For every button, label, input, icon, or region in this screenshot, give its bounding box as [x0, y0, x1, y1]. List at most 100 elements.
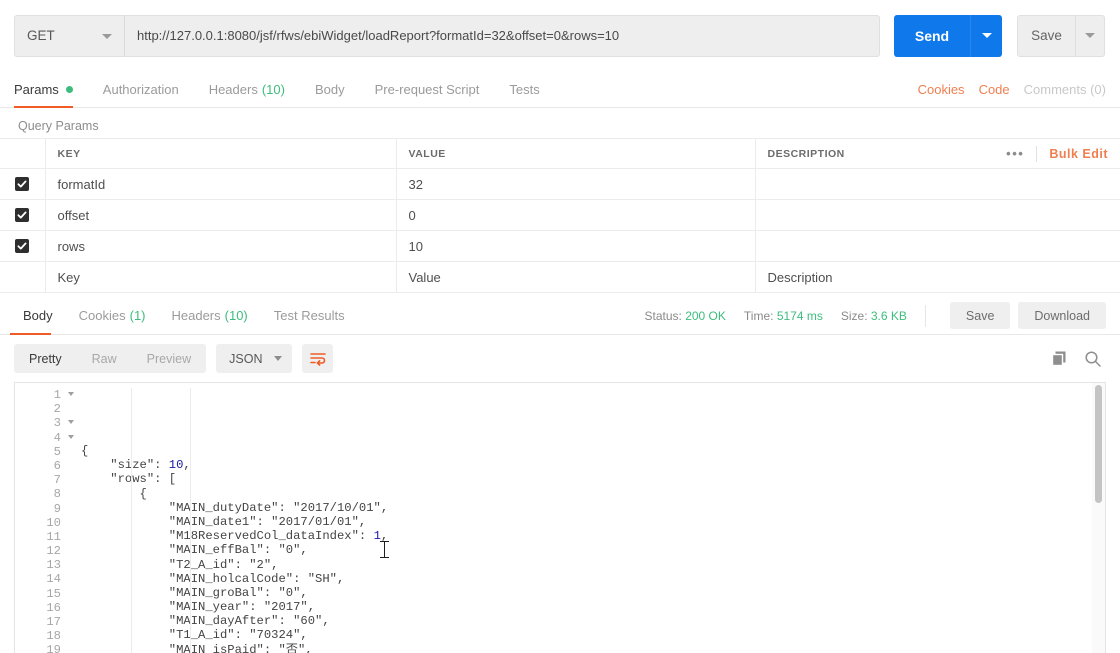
comments-link[interactable]: Comments (0) [1024, 82, 1106, 97]
line-number: 16 [46, 600, 61, 615]
url-input[interactable]: http://127.0.0.1:8080/jsf/rfws/ebiWidget… [124, 14, 880, 57]
code-line: "MAIN_effBal": "0", [81, 543, 308, 558]
param-value[interactable]: 10 [396, 230, 756, 262]
view-mode-raw[interactable]: Raw [77, 344, 132, 373]
line-number: 5 [53, 444, 61, 459]
table-row: formatId 32 [0, 168, 1120, 200]
row-checkbox-cell [0, 168, 46, 200]
copy-button[interactable] [1051, 350, 1068, 367]
status-label: Status: [644, 308, 682, 323]
send-button-group: Send [894, 14, 1002, 57]
view-mode-preview[interactable]: Preview [132, 344, 206, 373]
param-enabled-checkbox[interactable] [15, 207, 30, 222]
line-number: 18 [46, 629, 61, 644]
save-options-button[interactable] [1075, 14, 1105, 57]
http-method-select[interactable]: GET [14, 14, 124, 57]
new-param-description-input[interactable]: Description [755, 261, 1120, 293]
param-enabled-checkbox[interactable] [15, 176, 30, 191]
save-request-button[interactable]: Save [1017, 14, 1075, 57]
http-method-label: GET [27, 28, 55, 43]
response-tab-cookies[interactable]: Cookies (1) [66, 297, 159, 334]
tab-authorization[interactable]: Authorization [88, 71, 194, 107]
word-wrap-button[interactable] [302, 344, 334, 373]
time-label: Time: [743, 308, 774, 323]
view-mode-pretty[interactable]: Pretty [14, 344, 77, 373]
line-number: 12 [46, 544, 61, 559]
bulk-edit-button[interactable]: Bulk Edit [1037, 147, 1108, 161]
code-line: "rows": [ [81, 472, 177, 487]
request-url-bar: GET http://127.0.0.1:8080/jsf/rfws/ebiWi… [0, 0, 1120, 71]
line-number: 2 [53, 402, 61, 417]
table-row: rows 10 [0, 230, 1120, 262]
response-tabs: Body Cookies (1) Headers (10) Test Resul… [0, 297, 1120, 335]
tab-body-label: Body [314, 81, 345, 97]
query-params-title: Query Params [18, 119, 99, 133]
code-line: "T1_A_id": "70324", [81, 628, 308, 643]
header-description: DESCRIPTION [767, 147, 845, 160]
line-number: 13 [46, 558, 61, 573]
tab-params[interactable]: Params [14, 71, 88, 108]
tab-tests[interactable]: Tests [494, 71, 554, 107]
response-tab-cookies-label: Cookies [78, 308, 126, 323]
search-button[interactable] [1084, 350, 1102, 368]
size-badge: Size: 3.6 KB [841, 309, 907, 323]
code-line: "MAIN_isPaid": "否", [81, 642, 313, 653]
tab-pre-request-script[interactable]: Pre-request Script [360, 71, 495, 107]
code-link[interactable]: Code [979, 82, 1010, 97]
response-format-label: JSON [229, 351, 263, 366]
response-tab-headers-label: Headers [171, 308, 221, 323]
response-tab-test-results[interactable]: Test Results [261, 297, 358, 334]
time-value: 5174 ms [776, 308, 823, 323]
vertical-scrollbar[interactable] [1092, 383, 1105, 653]
download-response-button[interactable]: Download [1018, 302, 1106, 329]
param-description[interactable] [755, 168, 1120, 200]
send-options-button[interactable] [970, 14, 1002, 57]
word-wrap-icon [310, 352, 326, 366]
param-key[interactable]: formatId [45, 168, 397, 200]
param-description[interactable] [755, 199, 1120, 231]
view-mode-toggle: Pretty Raw Preview [14, 344, 207, 373]
query-params-table: KEY VALUE DESCRIPTION ••• Bulk Edit form… [0, 138, 1120, 293]
code-line: "size": 10, [81, 458, 191, 473]
send-button[interactable]: Send [894, 14, 970, 57]
code-line: "MAIN_date1": "2017/01/01", [81, 514, 367, 529]
search-icon [1085, 350, 1101, 367]
header-value: VALUE [396, 138, 756, 169]
tab-tests-label: Tests [509, 81, 540, 97]
line-number: 14 [46, 572, 61, 587]
request-tabs-actions: Cookies Code Comments (0) [918, 71, 1120, 107]
param-enabled-checkbox[interactable] [15, 238, 30, 253]
line-number: 11 [46, 529, 61, 544]
save-response-button[interactable]: Save [949, 302, 1011, 329]
code-line: "MAIN_dayAfter": "60", [81, 614, 330, 629]
line-number: 1 [15, 388, 74, 402]
new-param-value-input[interactable]: Value [396, 261, 756, 293]
scrollbar-thumb[interactable] [1095, 385, 1102, 503]
json-code[interactable]: { "size": 10, "rows": [ { "MAIN_dutyDate… [65, 383, 1105, 653]
tab-body[interactable]: Body [300, 71, 360, 107]
response-body-viewer[interactable]: 1 2 3 4 5 6 7 8 9 10 11 12 13 14 15 16 17 18 19 { "size": … [14, 382, 1106, 653]
response-tab-body[interactable]: Body [10, 297, 66, 335]
more-options-icon[interactable]: ••• [994, 147, 1036, 160]
code-line: "MAIN_holcalCode": "SH", [81, 571, 345, 586]
tab-headers[interactable]: Headers (10) [194, 71, 300, 107]
chevron-down-icon [1085, 33, 1095, 38]
param-value[interactable]: 0 [396, 199, 756, 231]
response-meta: Status: 200 OK Time: 5174 ms Size: 3.6 K… [645, 297, 1120, 334]
param-key[interactable]: rows [45, 230, 397, 262]
chevron-down-icon [274, 356, 283, 361]
param-value[interactable]: 32 [396, 168, 756, 200]
cookies-link[interactable]: Cookies [918, 82, 965, 97]
chevron-down-icon [981, 33, 992, 38]
time-badge: Time: 5174 ms [744, 309, 823, 323]
param-key[interactable]: offset [45, 199, 397, 231]
line-number: 6 [53, 458, 61, 473]
line-number: 3 [15, 416, 74, 430]
new-param-key-input[interactable]: Key [45, 261, 397, 293]
response-tab-headers[interactable]: Headers (10) [159, 297, 261, 334]
response-format-select[interactable]: JSON [216, 344, 293, 373]
header-key: KEY [45, 138, 397, 169]
param-description[interactable] [755, 230, 1120, 262]
line-number: 10 [46, 515, 61, 530]
code-line: { [81, 444, 89, 458]
